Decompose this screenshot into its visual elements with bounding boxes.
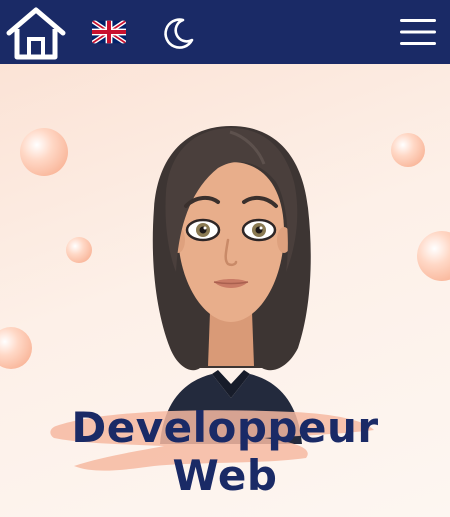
menu-button[interactable]: [394, 12, 442, 52]
home-button[interactable]: [4, 4, 68, 62]
hero-title: Developpeur Web: [0, 404, 450, 500]
hero-title-line2: Web: [172, 451, 278, 500]
moon-icon: [164, 18, 194, 49]
decorative-bubble: [20, 128, 68, 176]
decorative-bubble: [66, 237, 92, 263]
uk-flag-icon: [92, 20, 126, 44]
theme-toggle-button[interactable]: [158, 14, 198, 52]
hamburger-menu-icon: [400, 19, 436, 45]
hero-section: Developpeur Web: [0, 64, 450, 517]
decorative-bubble: [417, 231, 450, 281]
decorative-bubble: [391, 133, 425, 167]
language-switch-button[interactable]: [90, 16, 128, 48]
decorative-bubble: [0, 327, 32, 369]
home-icon: [6, 7, 66, 60]
top-navbar: [0, 0, 450, 64]
hero-title-line1: Developpeur: [71, 403, 379, 452]
